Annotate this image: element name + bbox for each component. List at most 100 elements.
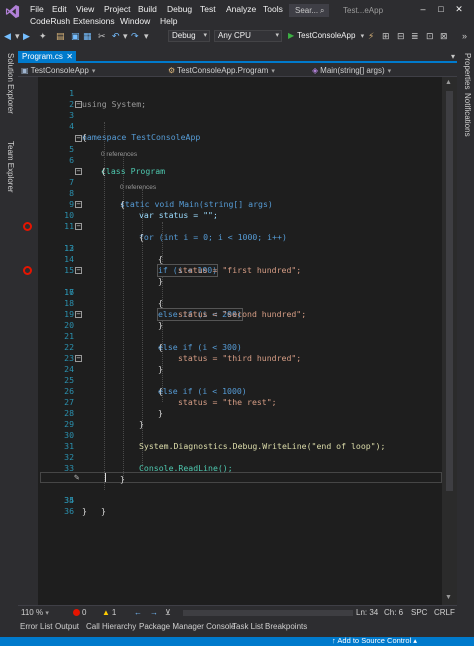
menu-tools[interactable]: Tools <box>263 4 283 14</box>
undo-dropdown-icon[interactable]: ▾ <box>123 30 128 42</box>
chevron-down-icon[interactable]: ▾ <box>451 51 455 63</box>
maximize-button[interactable]: □ <box>434 3 448 16</box>
code-line: 13 { <box>18 232 442 264</box>
tab-program-cs[interactable]: Program.cs ✕ <box>18 51 76 63</box>
back-dropdown-icon[interactable]: ▾ <box>15 30 20 42</box>
minimize-button[interactable]: – <box>416 3 430 16</box>
column-indicator: Ch: 6 <box>384 608 404 617</box>
menu-window[interactable]: Window <box>120 16 150 26</box>
tab-call-hierarchy[interactable]: Call Hierarchy <box>86 622 136 632</box>
menu-help[interactable]: Help <box>160 16 177 26</box>
platform-value: Any CPU <box>218 31 251 40</box>
toolbar-icon[interactable]: ≣ <box>411 30 419 42</box>
code-line: 27 } <box>18 386 442 418</box>
menu-debug[interactable]: Debug <box>167 4 192 14</box>
collapse-icon[interactable]: − <box>75 101 82 108</box>
menu-test[interactable]: Test <box>200 4 216 14</box>
properties-tab[interactable]: Properties <box>463 53 472 89</box>
next-issue-icon[interactable]: → <box>150 608 158 618</box>
type-name: TestConsoleApp.Program <box>177 66 269 75</box>
tab-output[interactable]: Output <box>55 622 79 632</box>
back-icon[interactable]: ◀ <box>4 30 11 42</box>
team-explorer-tab[interactable]: Team Explorer <box>6 141 15 193</box>
toolbar-overflow-icon[interactable]: » <box>462 30 467 42</box>
close-icon[interactable]: ✕ <box>66 51 73 63</box>
configuration-value: Debug <box>172 31 196 40</box>
toolbar-icon[interactable]: ⊠ <box>440 30 448 42</box>
configuration-dropdown[interactable]: Debug ▾ <box>168 30 210 42</box>
menu-bar: File Edit View Project Build Debug Test … <box>0 0 474 29</box>
menu-analyze[interactable]: Analyze <box>226 4 256 14</box>
menu-extensions[interactable]: Extensions <box>73 16 115 26</box>
menu-project[interactable]: Project <box>104 4 130 14</box>
menu-coderush[interactable]: CodeRush <box>30 16 70 26</box>
redo-dropdown-icon[interactable]: ▾ <box>144 30 149 42</box>
code-line: 24 − else if (i < 1000) <box>18 353 442 397</box>
whitespace-indicator[interactable]: SPC <box>411 608 427 618</box>
collapse-icon[interactable]: − <box>75 201 82 208</box>
run-target-label: TestConsoleApp <box>297 31 356 40</box>
collapse-icon[interactable]: − <box>75 311 82 318</box>
tab-breakpoints[interactable]: Breakpoints <box>265 622 307 632</box>
tab-task-list[interactable]: Task List <box>232 622 263 632</box>
toolbar-icon[interactable]: ⊟ <box>397 30 405 42</box>
menu-view[interactable]: View <box>76 4 94 14</box>
type-dropdown[interactable]: ⚙ TestConsoleApp.Program ▾ <box>168 65 308 76</box>
solution-explorer-tab[interactable]: Solution Explorer <box>6 53 15 114</box>
play-icon: ▶ <box>288 31 295 40</box>
code-editor[interactable]: 0 references 0 references 1 using System… <box>18 77 442 605</box>
tab-error-list[interactable]: Error List <box>20 622 52 632</box>
code-line: 15 } <box>18 254 442 286</box>
forward-icon[interactable]: ▶ <box>23 30 30 42</box>
save-icon[interactable]: ▣ <box>71 30 80 42</box>
collapse-icon[interactable]: − <box>75 355 82 362</box>
previous-issue-icon[interactable]: ← <box>134 608 142 618</box>
code-line: 8 { <box>18 177 442 209</box>
tab-package-manager-console[interactable]: Package Manager Console <box>139 622 236 632</box>
project-dropdown[interactable]: ▣ TestConsoleApp ▾ <box>21 65 141 76</box>
line-ending-indicator[interactable]: CRLF <box>434 608 455 618</box>
collapse-icon[interactable]: − <box>75 267 82 274</box>
start-debugging-button[interactable]: ▶ TestConsoleApp ▾ <box>288 30 364 42</box>
vertical-scrollbar[interactable]: ▲ ▼ <box>442 77 457 605</box>
platform-dropdown[interactable]: Any CPU ▾ <box>214 30 282 42</box>
toolbar-icon[interactable]: ⊞ <box>382 30 390 42</box>
hot-reload-icon[interactable]: ⚡ <box>368 30 374 42</box>
collapse-icon[interactable]: − <box>75 168 82 175</box>
breakpoint-icon[interactable] <box>23 222 32 231</box>
breakpoint-icon[interactable] <box>23 266 32 275</box>
zoom-level[interactable]: 110 % ▾ <box>21 608 49 619</box>
scrollbar-thumb[interactable] <box>446 91 453 491</box>
notifications-tab[interactable]: Notifications <box>463 93 472 137</box>
search-input[interactable]: Sear... ⌕ <box>289 4 329 17</box>
filter-icon[interactable]: ⊻ <box>165 608 171 618</box>
code-line: 32 Console.ReadLine(); <box>18 441 442 473</box>
member-dropdown[interactable]: ◈ Main(string[] args) ▾ <box>312 65 452 76</box>
open-file-icon[interactable]: ▤ <box>56 30 65 42</box>
horizontal-scrollbar[interactable] <box>183 610 353 616</box>
redo-icon[interactable]: ↷ <box>131 30 139 42</box>
scroll-up-icon[interactable]: ▲ <box>445 79 452 86</box>
close-button[interactable]: ✕ <box>452 3 466 16</box>
add-to-source-control-button[interactable]: ↑ Add to Source Control ▴ <box>332 637 417 645</box>
collapse-icon[interactable]: − <box>75 135 82 142</box>
class-icon: ⚙ <box>168 66 176 75</box>
window-title: Test...eApp <box>343 6 384 15</box>
error-count[interactable]: 0 <box>73 608 86 618</box>
cut-icon[interactable]: ✂ <box>98 30 106 42</box>
menu-build[interactable]: Build <box>138 4 157 14</box>
menu-edit[interactable]: Edit <box>52 4 67 14</box>
toolbar-icon[interactable]: ⊡ <box>426 30 434 42</box>
menu-file[interactable]: File <box>30 4 44 14</box>
quick-actions-icon[interactable]: ✎ <box>74 473 79 484</box>
error-icon <box>73 609 80 616</box>
error-count-value: 0 <box>82 608 87 617</box>
scroll-down-icon[interactable]: ▼ <box>445 594 452 601</box>
collapse-icon[interactable]: − <box>75 223 82 230</box>
new-project-icon[interactable]: ✦ <box>39 30 47 42</box>
chevron-down-icon: ▾ <box>271 68 275 75</box>
save-all-icon[interactable]: ▦ <box>83 30 92 42</box>
code-line: 3 − namespace TestConsoleApp <box>18 99 442 143</box>
warning-count[interactable]: ▲ 1 <box>102 608 116 618</box>
undo-icon[interactable]: ↶ <box>112 30 120 42</box>
